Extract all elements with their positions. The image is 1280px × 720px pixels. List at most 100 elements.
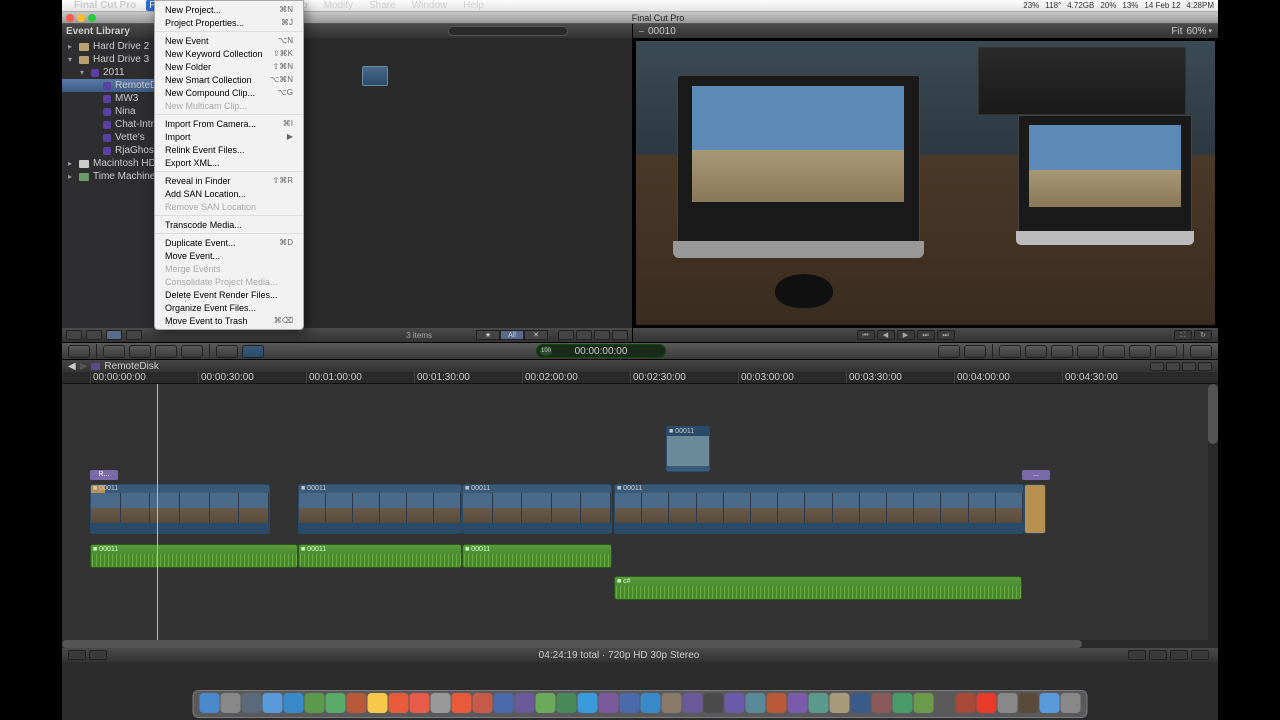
tool-select-arrow[interactable] (216, 345, 238, 358)
dock-app-25[interactable] (725, 693, 745, 713)
timeline-vscrollbar[interactable] (1208, 384, 1218, 640)
menu-item-organize-event-files-[interactable]: Organize Event Files... (155, 301, 303, 314)
connected-clip[interactable]: ■ 00011 (666, 426, 710, 472)
dock-app-38[interactable] (998, 693, 1018, 713)
browser-search-input[interactable] (448, 26, 568, 36)
timeline-zoom-fit-btn[interactable] (1198, 362, 1212, 371)
audio-clip[interactable]: ■ 00011 (462, 544, 612, 568)
solo-toggle[interactable] (594, 330, 610, 340)
dock-app-24[interactable] (704, 693, 724, 713)
filmstrip-view-btn[interactable] (66, 330, 82, 340)
video-clip[interactable]: ■ 00011 (90, 484, 270, 534)
timeline-index-btn[interactable] (1150, 362, 1164, 371)
tool-select-pointer[interactable] (242, 345, 264, 358)
dock-app-41[interactable] (1061, 693, 1081, 713)
menu-modify[interactable]: Modify (321, 0, 356, 11)
close-button[interactable] (66, 14, 74, 22)
timeline-clip-appearance[interactable] (89, 650, 107, 660)
clip-handle[interactable] (1024, 484, 1046, 534)
loop-btn[interactable]: ↻ (1194, 330, 1212, 340)
dashboard-timecode[interactable]: 100 00:00:00:00 (536, 344, 666, 358)
dock-app-16[interactable] (536, 693, 556, 713)
menu-window[interactable]: Window (409, 0, 451, 11)
menu-item-relink-event-files-[interactable]: Relink Event Files... (155, 143, 303, 156)
dock-app-26[interactable] (746, 693, 766, 713)
dock-app-11[interactable] (431, 693, 451, 713)
dock-app-20[interactable] (620, 693, 640, 713)
menu-item-import-from-camera-[interactable]: Import From Camera...⌘I (155, 117, 303, 130)
video-clip[interactable]: ■ 00011 (614, 484, 1024, 534)
dock-app-6[interactable] (326, 693, 346, 713)
enhance-btn[interactable] (964, 345, 986, 358)
video-clip[interactable]: ■ 00011 (462, 484, 612, 534)
dock-app-28[interactable] (788, 693, 808, 713)
transitions-browser-btn[interactable] (1051, 345, 1073, 358)
photos-browser-btn[interactable] (999, 345, 1021, 358)
timeline-marker[interactable]: ... (1022, 470, 1050, 480)
connect-clip-btn[interactable] (103, 345, 125, 358)
dock-app-15[interactable] (515, 693, 535, 713)
audio-clip[interactable]: ■ c# (614, 576, 1022, 600)
gear-settings-btn[interactable] (86, 330, 102, 340)
dock-app-18[interactable] (578, 693, 598, 713)
menu-item-duplicate-event-[interactable]: Duplicate Event...⌘D (155, 236, 303, 249)
overwrite-clip-btn[interactable] (181, 345, 203, 358)
dock-app-8[interactable] (368, 693, 388, 713)
next-frame-btn[interactable]: ⏭ (917, 330, 935, 340)
clip-view-btn[interactable] (126, 330, 142, 340)
dock-app-19[interactable] (599, 693, 619, 713)
timeline-fwd-btn[interactable]: ▶ (80, 361, 88, 372)
menu-item-move-event-to-trash[interactable]: Move Event to Trash⌘⌫ (155, 314, 303, 327)
import-media-btn[interactable] (68, 345, 90, 358)
menu-item-project-properties-[interactable]: Project Properties...⌘J (155, 16, 303, 29)
dock-app-39[interactable] (1019, 693, 1039, 713)
dock-app-0[interactable] (200, 693, 220, 713)
dock-app-35[interactable] (935, 693, 955, 713)
minimize-button[interactable] (77, 14, 85, 22)
viewer-canvas[interactable] (633, 38, 1218, 328)
dock-app-17[interactable] (557, 693, 577, 713)
zoom-button[interactable] (88, 14, 96, 22)
snapping-btn[interactable] (1170, 650, 1188, 660)
insert-clip-btn[interactable] (129, 345, 151, 358)
app-name[interactable]: Final Cut Pro (74, 0, 136, 11)
dock-app-34[interactable] (914, 693, 934, 713)
dock-app-9[interactable] (389, 693, 409, 713)
menu-item-new-folder[interactable]: New Folder⇧⌘N (155, 60, 303, 73)
chevron-down-icon[interactable]: ▾ (1208, 27, 1212, 35)
dock-app-23[interactable] (683, 693, 703, 713)
dock-app-13[interactable] (473, 693, 493, 713)
dock-app-1[interactable] (221, 693, 241, 713)
project-name[interactable]: RemoteDisk (104, 361, 158, 372)
snap-toggle[interactable] (612, 330, 628, 340)
retiming-btn[interactable] (938, 345, 960, 358)
dock-app-30[interactable] (830, 693, 850, 713)
dock-app-3[interactable] (263, 693, 283, 713)
dock-app-12[interactable] (452, 693, 472, 713)
dock-app-27[interactable] (767, 693, 787, 713)
skimming-btn[interactable] (1128, 650, 1146, 660)
dock-app-31[interactable] (851, 693, 871, 713)
titles-browser-btn[interactable] (1077, 345, 1099, 358)
menu-item-reveal-in-finder[interactable]: Reveal in Finder⇧⌘R (155, 174, 303, 187)
clip-thumbnail[interactable] (362, 66, 388, 86)
dock-app-29[interactable] (809, 693, 829, 713)
inspector-btn[interactable] (1190, 345, 1212, 358)
dock-app-10[interactable] (410, 693, 430, 713)
dock-app-7[interactable] (347, 693, 367, 713)
menu-item-new-keyword-collection[interactable]: New Keyword Collection⇧⌘K (155, 47, 303, 60)
generators-browser-btn[interactable] (1103, 345, 1125, 358)
timeline-marker[interactable]: R... (90, 470, 118, 480)
append-clip-btn[interactable] (155, 345, 177, 358)
timeline-ruler[interactable]: 00:00:00:0000:00:30:0000:01:00:0000:01:3… (62, 372, 1218, 384)
filter-favorites[interactable]: ★ (476, 330, 500, 340)
video-clip[interactable]: ■ 00011 (298, 484, 462, 534)
timeline-appearance-btn[interactable] (1166, 362, 1180, 371)
menu-item-new-project-[interactable]: New Project...⌘N (155, 3, 303, 16)
themes-browser-btn[interactable] (1129, 345, 1151, 358)
menu-item-transcode-media-[interactable]: Transcode Media... (155, 218, 303, 231)
timeline-hscrollbar[interactable] (62, 640, 1218, 648)
timeline-zoom-slider[interactable] (1182, 362, 1196, 371)
music-browser-btn[interactable] (1025, 345, 1047, 358)
timeline-index-toggle[interactable] (68, 650, 86, 660)
